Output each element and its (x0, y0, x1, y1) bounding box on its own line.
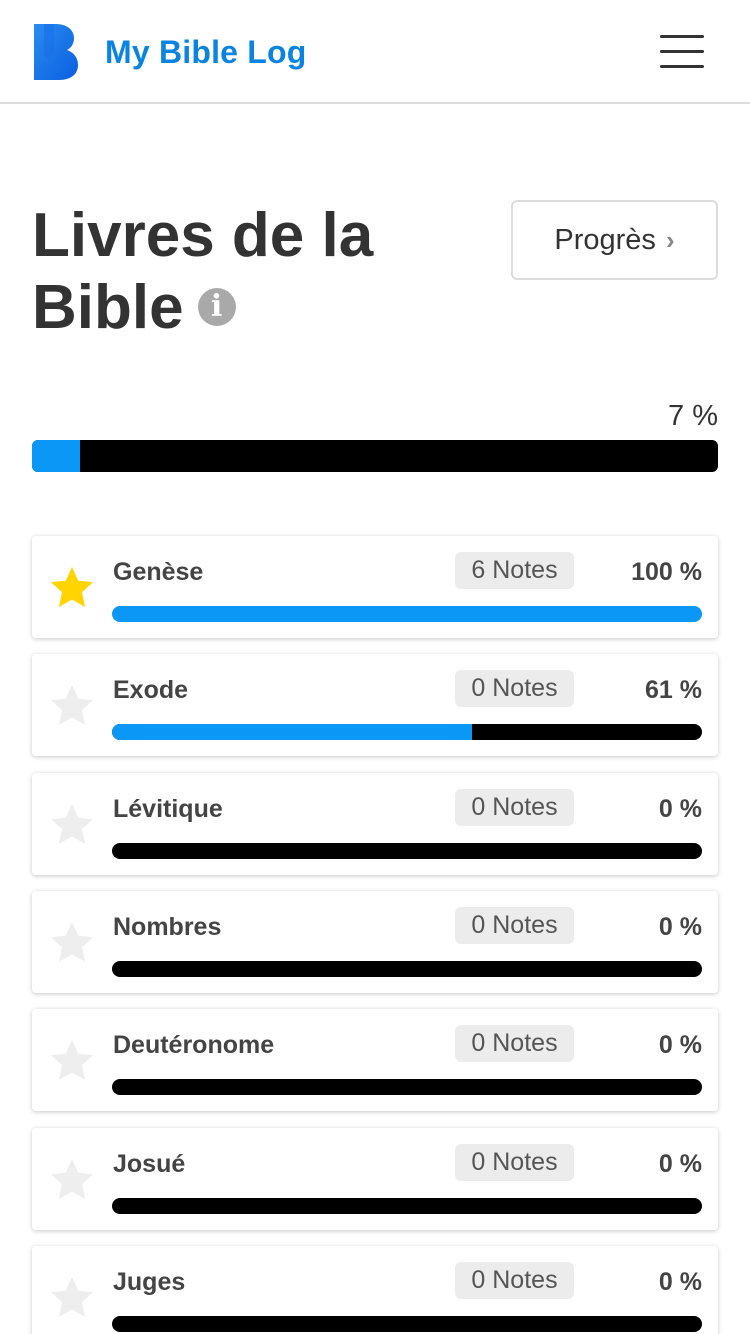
book-progress-bar (112, 1197, 702, 1214)
book-name: Genèse (113, 558, 204, 586)
progress-button-label: Progrès (554, 223, 656, 256)
star-icon[interactable] (48, 801, 96, 849)
hamburger-menu-icon[interactable] (656, 30, 708, 74)
info-icon[interactable]: i (197, 287, 236, 326)
star-icon[interactable] (48, 1274, 96, 1322)
book-card[interactable]: Juges 0 Notes 0 % (32, 1245, 718, 1334)
star-icon[interactable] (48, 1156, 96, 1204)
book-percent: 0 % (658, 912, 702, 941)
book-percent: 61 % (645, 676, 702, 705)
book-name: Josué (113, 1149, 186, 1178)
notes-badge[interactable]: 0 Notes (455, 788, 574, 826)
book-progress-bar (112, 1315, 702, 1332)
book-card[interactable]: Exode 0 Notes 61 % (32, 654, 718, 757)
book-progress-bar (112, 1079, 702, 1096)
page-title-text: Livres de la Bible (32, 201, 374, 342)
bible-log-logo-icon[interactable] (32, 24, 78, 80)
menu-line (660, 65, 704, 68)
book-progress-bar (112, 960, 702, 977)
book-percent: 100 % (631, 558, 702, 586)
book-percent: 0 % (658, 794, 702, 823)
book-progress-bar (112, 842, 702, 859)
progress-button[interactable]: Progrès › (511, 200, 718, 280)
chevron-right-icon: › (665, 224, 675, 255)
book-percent: 0 % (658, 1031, 702, 1060)
book-name: Lévitique (113, 794, 223, 823)
notes-badge[interactable]: 6 Notes (455, 552, 574, 589)
notes-badge[interactable]: 0 Notes (455, 906, 574, 944)
notes-badge[interactable]: 0 Notes (455, 1143, 574, 1181)
overall-progress-fill (32, 440, 81, 472)
star-icon[interactable] (48, 1037, 96, 1085)
star-icon[interactable] (48, 919, 96, 967)
star-icon[interactable] (48, 682, 96, 730)
book-progress-fill (112, 606, 702, 622)
book-card[interactable]: Josué 0 Notes 0 % (32, 1127, 718, 1230)
book-card[interactable]: Nombres 0 Notes 0 % (32, 890, 718, 993)
book-progress-bar (112, 724, 702, 741)
menu-line (660, 35, 704, 38)
book-progress-fill (112, 724, 472, 741)
app-header: My Bible Log (0, 0, 750, 104)
page: My Bible Log Livres de la Bible i Progrès… (0, 0, 750, 1334)
book-name: Exode (113, 676, 189, 705)
book-card[interactable]: Genèse 6 Notes 100 % (32, 536, 718, 638)
book-name: Deutéronome (113, 1031, 275, 1060)
brand-name[interactable]: My Bible Log (105, 32, 307, 72)
book-name: Nombres (113, 912, 222, 941)
book-card[interactable]: Deutéronome 0 Notes 0 % (32, 1009, 718, 1112)
menu-line (660, 50, 704, 53)
notes-badge[interactable]: 0 Notes (455, 670, 574, 708)
book-percent: 0 % (658, 1267, 702, 1296)
overall-percent: 7 % (668, 400, 718, 432)
book-name: Juges (113, 1267, 186, 1296)
book-card[interactable]: Lévitique 0 Notes 0 % (32, 772, 718, 875)
page-title: Livres de la Bible i (32, 200, 452, 344)
overall-progress-bar (32, 440, 718, 472)
star-icon[interactable] (48, 564, 96, 612)
book-percent: 0 % (658, 1149, 702, 1178)
notes-badge[interactable]: 0 Notes (455, 1025, 574, 1063)
book-progress-bar (112, 606, 702, 622)
notes-badge[interactable]: 0 Notes (455, 1261, 574, 1299)
